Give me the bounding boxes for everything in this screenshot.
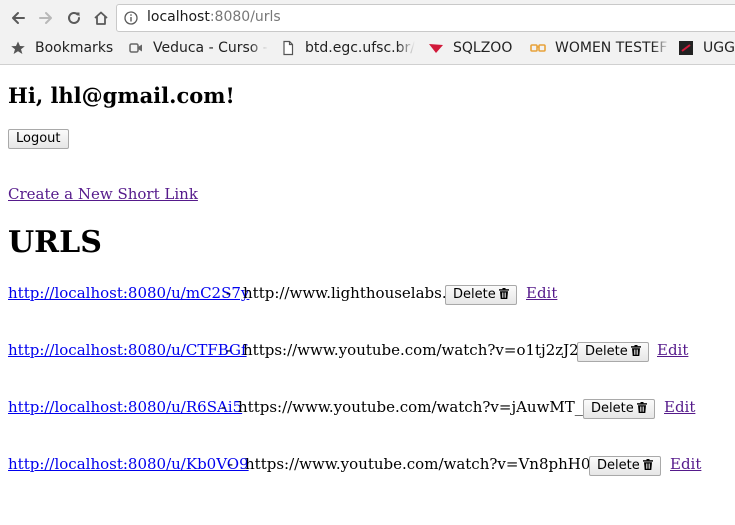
fade-mask [397,38,415,58]
short-url-link[interactable]: http://localhost:8080/u/CTFBGf [8,341,247,359]
long-url: http://www.lighthouselabs.ca [243,284,464,302]
bookmark-label: UGG [703,40,735,56]
delete-label: Delete [585,344,628,359]
home-button[interactable] [89,6,113,30]
back-button[interactable] [6,6,30,30]
separator: - [226,341,232,359]
fade-mask [250,38,268,58]
fade-mask [652,38,670,58]
long-url: https://www.youtube.com/watch?v=Vn8phH0k… [245,455,629,473]
short-url-link[interactable]: http://localhost:8080/u/mC2S7y [8,284,249,302]
delete-button[interactable]: Delete [583,399,655,419]
bookmark-label: WOMEN TESTEF [555,40,668,56]
separator: - [226,284,232,302]
url-path: :8080/urls [209,9,281,25]
bookmarks-menu[interactable]: Bookmarks [10,38,113,58]
bookmark-label: SQLZOO [453,40,513,56]
address-bar[interactable]: localhost:8080/urls [116,4,735,32]
browser-toolbar: localhost:8080/urls [0,0,735,36]
reload-icon [68,11,80,24]
trash-icon [636,402,647,413]
short-url-link[interactable]: http://localhost:8080/u/R6SAi5 [8,398,242,416]
forward-arrow-icon [39,12,52,24]
info-icon[interactable] [124,11,138,25]
separator: - [228,455,234,473]
back-arrow-icon [12,12,25,24]
edit-link[interactable]: Edit [670,455,701,473]
bookmark-label: Bookmarks [35,40,114,56]
video-camera-icon [128,40,144,56]
greeting-heading: Hi, lhl@gmail.com! [8,83,235,108]
create-short-link[interactable]: Create a New Short Link [8,185,198,203]
browser-chrome: localhost:8080/urls Bookmarks Veduca - C… [0,0,735,65]
trash-icon [642,459,653,470]
long-url: https://www.youtube.com/watch?v=jAuwMT__… [238,398,614,416]
edit-link[interactable]: Edit [526,284,557,302]
trash-icon [630,345,641,356]
delete-button[interactable]: Delete [589,456,661,476]
sqlzoo-icon [428,40,444,56]
bookmark-ugg[interactable]: UGG [678,38,735,58]
star-icon [10,40,26,56]
bookmark-sqlzoo[interactable]: SQLZOO [428,38,512,58]
separator: - [221,398,227,416]
url-host: localhost [147,9,210,25]
logout-button[interactable]: Logout [8,129,69,149]
ugg-icon [678,40,694,56]
trash-icon [498,288,509,299]
home-icon [94,11,108,25]
long-url: https://www.youtube.com/watch?v=o1tj2zJ2… [243,341,613,359]
edit-link[interactable]: Edit [657,341,688,359]
delete-label: Delete [591,401,634,416]
glasses-icon [530,40,546,56]
delete-label: Delete [597,458,640,473]
address-url: localhost:8080/urls [147,9,281,25]
document-icon [280,40,296,56]
urls-heading: URLS [8,225,102,260]
reload-button[interactable] [62,6,86,30]
delete-button[interactable]: Delete [577,342,649,362]
bookmarks-bar: Bookmarks Veduca - Curso - btd.egc.ufsc.… [0,36,735,60]
bookmark-women-tester[interactable]: WOMEN TESTEF [530,38,670,58]
delete-label: Delete [453,287,496,302]
bookmark-btd[interactable]: btd.egc.ufsc.br/ [280,38,415,58]
delete-button[interactable]: Delete [445,285,517,305]
edit-link[interactable]: Edit [664,398,695,416]
bookmark-veduca[interactable]: Veduca - Curso - [128,38,268,58]
forward-button[interactable] [34,6,58,30]
short-url-link[interactable]: http://localhost:8080/u/Kb0VO9 [8,455,249,473]
